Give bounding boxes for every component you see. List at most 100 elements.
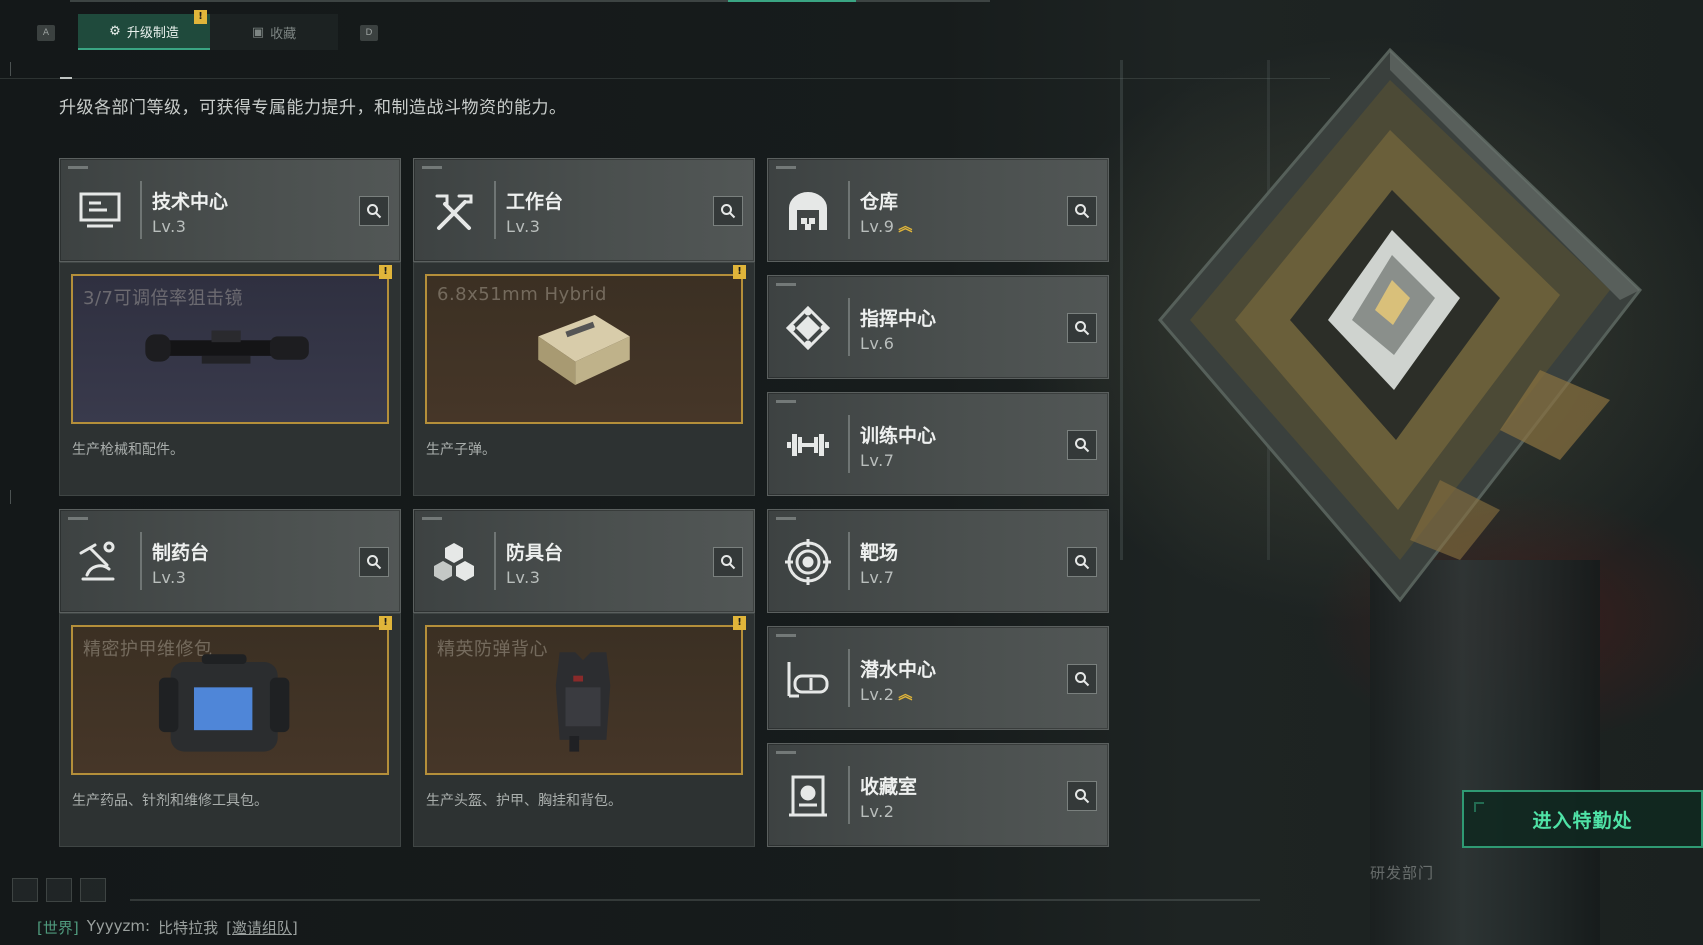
edge-tick — [10, 62, 11, 76]
quick-slot-3[interactable] — [80, 878, 106, 902]
facility-card-tech[interactable]: 技术中心 Lv.3 — [59, 158, 401, 262]
search-icon — [1075, 555, 1090, 570]
facility-card-command[interactable]: 指挥中心 Lv.6 — [767, 275, 1109, 379]
production-description: 生产枪械和配件。 — [72, 442, 184, 458]
card-separator — [848, 298, 850, 356]
chat-line: [世界] Yyyyzm: 比特拉我 [邀请组队] — [37, 917, 298, 938]
facility-name: 防具台 — [506, 542, 564, 564]
facility-card-range[interactable]: 靶场 Lv.7 — [767, 509, 1109, 613]
search-icon — [721, 555, 736, 570]
chat-invite-link[interactable]: [邀请组队] — [226, 917, 298, 938]
production-panel-pharmacy[interactable]: 精密护甲维修包 ! 生产药品、针剂和维修工具包。 — [59, 613, 401, 847]
facility-name: 训练中心 — [860, 425, 937, 447]
facility-level: Lv.3 — [506, 568, 540, 587]
facility-level-text: Lv.7 — [860, 568, 895, 587]
production-alert-badge: ! — [733, 616, 746, 630]
tab-collection[interactable]: ▣ 收藏 — [210, 14, 338, 50]
card-tag — [422, 517, 442, 520]
card-tag — [68, 517, 88, 520]
search-button[interactable] — [1067, 781, 1097, 811]
search-button[interactable] — [1067, 313, 1097, 343]
card-separator — [494, 181, 496, 239]
production-item-frame[interactable]: 6.8x51mm Hybrid — [425, 274, 743, 424]
monitor-icon — [74, 185, 126, 237]
level-up-icon: ︽ — [898, 218, 913, 235]
chat-channel[interactable]: [世界] — [37, 917, 79, 938]
search-button[interactable] — [713, 547, 743, 577]
card-tag — [68, 166, 88, 169]
trophy-case-icon — [782, 770, 834, 822]
microscope-icon — [74, 536, 126, 588]
enter-special-ops-label: 进入特勤处 — [1532, 809, 1633, 832]
facility-name: 仓库 — [860, 191, 899, 213]
header-divider — [0, 78, 1330, 79]
facility-level: Lv.2 — [860, 802, 894, 821]
production-description: 生产头盔、护甲、胸挂和背包。 — [426, 793, 622, 809]
facility-level-text: Lv.3 — [506, 568, 541, 587]
facility-level-text: Lv.9 — [860, 217, 895, 236]
quick-slot-1[interactable] — [12, 878, 38, 902]
facility-level: Lv.7 — [860, 568, 894, 587]
card-tag — [776, 283, 796, 286]
search-icon — [1075, 672, 1090, 687]
tools-icon — [428, 185, 480, 237]
facility-card-warehouse[interactable]: 仓库 Lv.9 ︽ — [767, 158, 1109, 262]
cube-artwork — [1140, 40, 1660, 640]
search-button[interactable] — [1067, 430, 1097, 460]
production-alert-badge: ! — [379, 265, 392, 279]
facility-level: Lv.7 — [860, 451, 894, 470]
enter-special-ops-button[interactable]: 进入特勤处 — [1462, 790, 1703, 848]
facility-card-pharmacy[interactable]: 制药台 Lv.3 — [59, 509, 401, 613]
chat-user[interactable]: Yyyyzm: — [87, 917, 150, 938]
next-tab-key[interactable]: D — [360, 25, 378, 41]
production-item-frame[interactable]: 精密护甲维修包 — [71, 625, 389, 775]
search-icon — [721, 204, 736, 219]
facility-card-armor[interactable]: 防具台 Lv.3 — [413, 509, 755, 613]
search-button[interactable] — [359, 547, 389, 577]
search-icon — [367, 204, 382, 219]
facility-name: 技术中心 — [152, 191, 229, 213]
card-separator — [140, 532, 142, 590]
facility-name: 潜水中心 — [860, 659, 937, 681]
tab-upgrade-craft[interactable]: ⚙ 升级制造 — [78, 14, 210, 50]
production-item-frame[interactable]: 精英防弹背心 — [425, 625, 743, 775]
production-panel-armor[interactable]: 精英防弹背心 ! 生产头盔、护甲、胸挂和背包。 — [413, 613, 755, 847]
facility-level: Lv.3 — [506, 217, 540, 236]
edge-tick — [10, 490, 11, 504]
quick-slot-2[interactable] — [46, 878, 72, 902]
search-icon — [367, 555, 382, 570]
search-button[interactable] — [359, 196, 389, 226]
facility-name: 靶场 — [860, 542, 899, 564]
diving-mask-icon — [782, 653, 834, 705]
card-tag — [776, 634, 796, 637]
production-alert-badge: ! — [379, 616, 392, 630]
level-up-icon: ︽ — [898, 686, 913, 703]
search-button[interactable] — [1067, 196, 1097, 226]
production-description: 生产子弹。 — [426, 442, 496, 458]
facility-level-text: Lv.7 — [860, 451, 895, 470]
facility-card-workbench[interactable]: 工作台 Lv.3 — [413, 158, 755, 262]
tab-collection-label: 收藏 — [270, 26, 297, 42]
facility-card-training[interactable]: 训练中心 Lv.7 — [767, 392, 1109, 496]
facility-level: Lv.3 — [152, 568, 186, 587]
cubes-icon — [428, 536, 480, 588]
facility-card-diving[interactable]: 潜水中心 Lv.2 ︽ — [767, 626, 1109, 730]
production-item-frame[interactable]: 3/7可调倍率狙击镜 — [71, 274, 389, 424]
card-tag — [776, 517, 796, 520]
card-separator — [140, 181, 142, 239]
facility-name: 工作台 — [506, 191, 564, 213]
facility-name: 制药台 — [152, 542, 210, 564]
production-panel-workbench[interactable]: 6.8x51mm Hybrid ! 生产子弹。 — [413, 262, 755, 496]
search-button[interactable] — [1067, 547, 1097, 577]
card-tag — [776, 751, 796, 754]
chat-message: 比特拉我 — [158, 919, 219, 937]
card-tag — [776, 400, 796, 403]
production-panel-tech[interactable]: 3/7可调倍率狙击镜 ! 生产枪械和配件。 — [59, 262, 401, 496]
prev-tab-key[interactable]: A — [37, 25, 55, 41]
card-tag — [422, 166, 442, 169]
search-button[interactable] — [713, 196, 743, 226]
tab-alert-badge: ! — [194, 10, 207, 24]
search-button[interactable] — [1067, 664, 1097, 694]
search-icon — [1075, 438, 1090, 453]
facility-card-collection[interactable]: 收藏室 Lv.2 — [767, 743, 1109, 847]
